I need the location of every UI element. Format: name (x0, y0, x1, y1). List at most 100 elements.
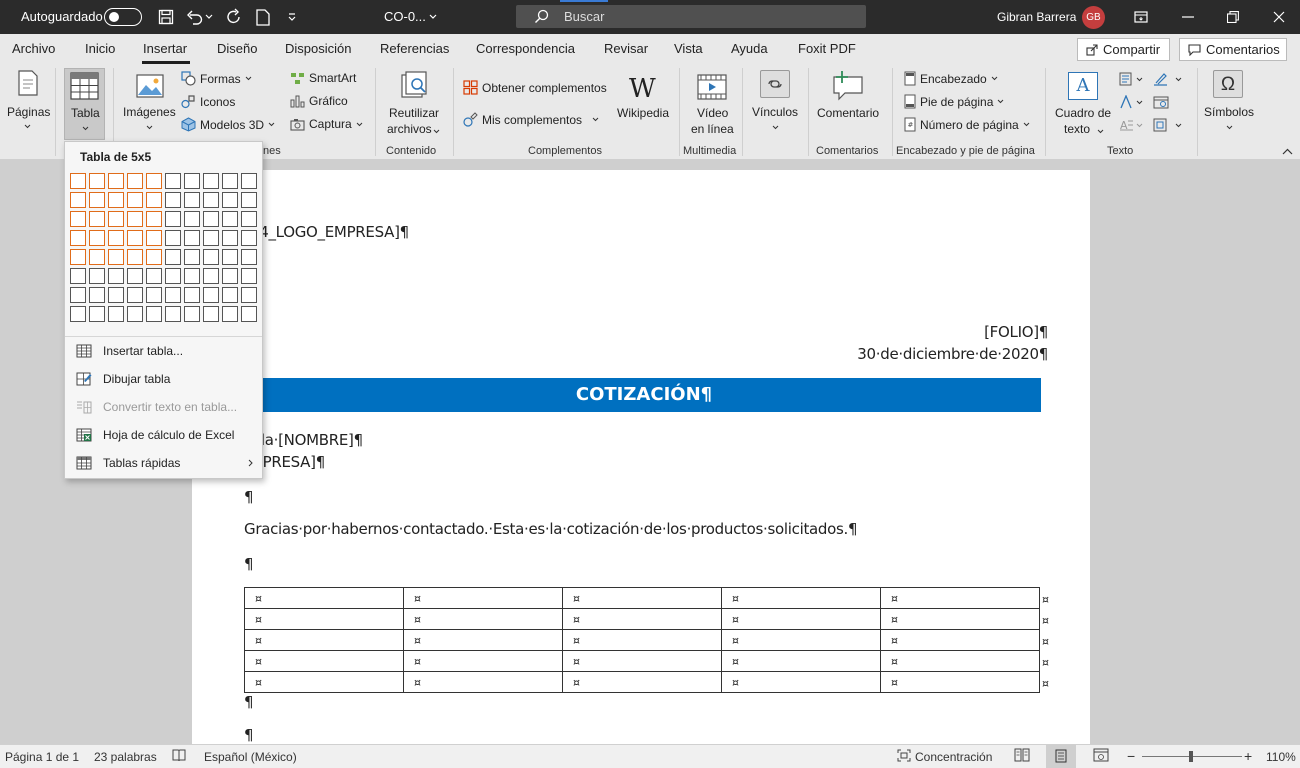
grid-cell[interactable] (222, 287, 238, 303)
grid-cell[interactable] (70, 192, 86, 208)
focus-icon[interactable] (897, 749, 911, 762)
grid-cell[interactable] (184, 173, 200, 189)
pie-de-pagina-button[interactable]: Pie de página (904, 94, 1004, 109)
web-layout-icon[interactable] (1093, 748, 1109, 762)
grid-cell[interactable] (165, 211, 181, 227)
drop-cap-icon[interactable]: A (1119, 118, 1145, 132)
focus-mode[interactable]: Concentración (915, 750, 992, 764)
table-cell[interactable]: ¤ (562, 671, 722, 693)
grid-cell[interactable] (241, 306, 257, 322)
tab-foxit-pdf[interactable]: Foxit PDF (798, 41, 856, 56)
zoom-slider-thumb[interactable] (1189, 751, 1193, 762)
modelos-3d-button[interactable]: Modelos 3D (181, 117, 275, 132)
simbolos-button[interactable]: Ω Símbolos (1201, 68, 1257, 140)
grid-cell[interactable] (146, 192, 162, 208)
table-cell[interactable]: ¤ (403, 629, 563, 651)
quick-parts-icon[interactable] (1119, 72, 1145, 86)
table-cell[interactable]: ¤ (562, 587, 722, 609)
grid-cell[interactable] (108, 173, 124, 189)
document-page[interactable]: 64_LOGO_EMPRESA]¶ [FOLIO]¶ 30·de·diciemb… (192, 170, 1090, 744)
grid-cell[interactable] (89, 192, 105, 208)
grid-cell[interactable] (127, 211, 143, 227)
grid-cell[interactable] (222, 230, 238, 246)
tab-insertar[interactable]: Insertar (143, 41, 187, 56)
grid-cell[interactable] (241, 249, 257, 265)
grid-cell[interactable] (70, 211, 86, 227)
grid-cell[interactable] (108, 287, 124, 303)
table-cell[interactable]: ¤ (403, 671, 563, 693)
zoom-level[interactable]: 110% (1266, 750, 1296, 764)
grid-cell[interactable] (241, 230, 257, 246)
imagenes-button[interactable]: Imágenes (120, 68, 178, 138)
grid-cell[interactable] (222, 268, 238, 284)
mis-complementos-button[interactable]: Mis complementos (463, 112, 599, 127)
grid-cell[interactable] (146, 173, 162, 189)
table-cell[interactable]: ¤ (403, 608, 563, 630)
grid-cell[interactable] (146, 268, 162, 284)
grid-cell[interactable] (203, 268, 219, 284)
grid-cell[interactable] (127, 249, 143, 265)
grid-cell[interactable] (70, 230, 86, 246)
grid-cell[interactable] (108, 249, 124, 265)
table-cell[interactable]: ¤ (721, 650, 881, 672)
grid-cell[interactable] (241, 173, 257, 189)
grid-cell[interactable] (184, 306, 200, 322)
grid-cell[interactable] (146, 211, 162, 227)
grid-cell[interactable] (165, 306, 181, 322)
grid-cell[interactable] (203, 173, 219, 189)
print-layout-button[interactable] (1046, 745, 1076, 768)
table-cell[interactable]: ¤ (562, 608, 722, 630)
chevron-down-icon[interactable] (429, 14, 437, 20)
document-table[interactable]: ¤ ¤ ¤ ¤ ¤ ¤ ¤ ¤ ¤ ¤ ¤ ¤ ¤ ¤ ¤ ¤ ¤ ¤ ¤ ¤ ¤ ¤ ¤ ¤ ¤ (244, 587, 1040, 693)
grid-cell[interactable] (89, 211, 105, 227)
tab-ayuda[interactable]: Ayuda (731, 41, 768, 56)
tablas-rapidas-item[interactable]: Tablas rápidas (65, 450, 262, 476)
grid-cell[interactable] (184, 211, 200, 227)
grid-cell[interactable] (165, 173, 181, 189)
grid-cell[interactable] (165, 287, 181, 303)
captura-button[interactable]: Captura (290, 117, 363, 131)
table-cell[interactable]: ¤ (403, 587, 563, 609)
word-count[interactable]: 23 palabras (94, 750, 157, 764)
iconos-button[interactable]: Iconos (181, 94, 235, 109)
obtener-complementos-button[interactable]: Obtener complementos (463, 80, 607, 95)
zoom-out-icon[interactable]: − (1127, 748, 1135, 764)
table-cell[interactable]: ¤ (880, 587, 1040, 609)
table-cell[interactable]: ¤ (880, 671, 1040, 693)
save-icon[interactable] (155, 6, 177, 28)
document-name[interactable]: CO-0... (384, 9, 426, 24)
ribbon-display-options-icon[interactable] (1130, 6, 1152, 28)
grid-cell[interactable] (146, 287, 162, 303)
wordart-icon[interactable] (1119, 95, 1145, 109)
grid-cell[interactable] (70, 268, 86, 284)
grid-cell[interactable] (203, 230, 219, 246)
insertar-tabla-item[interactable]: Insertar tabla... (65, 338, 262, 364)
grid-cell[interactable] (184, 192, 200, 208)
wikipedia-button[interactable]: W Wikipedia (613, 68, 673, 128)
date-time-icon[interactable] (1153, 95, 1169, 109)
grid-cell[interactable] (165, 192, 181, 208)
tabla-button[interactable]: Tabla (64, 68, 105, 140)
paginas-button[interactable]: Páginas (4, 68, 50, 138)
share-button[interactable]: Compartir (1077, 38, 1170, 61)
page-count[interactable]: Página 1 de 1 (5, 750, 79, 764)
table-cell[interactable]: ¤ (721, 587, 881, 609)
grid-cell[interactable] (165, 268, 181, 284)
grid-cell[interactable] (89, 249, 105, 265)
signature-line-icon[interactable] (1153, 72, 1185, 86)
grid-cell[interactable] (127, 306, 143, 322)
undo-icon[interactable] (184, 6, 206, 28)
grid-cell[interactable] (203, 287, 219, 303)
table-cell[interactable]: ¤ (244, 671, 404, 693)
object-icon[interactable] (1153, 118, 1185, 132)
table-cell[interactable]: ¤ (562, 629, 722, 651)
grid-cell[interactable] (70, 287, 86, 303)
read-mode-icon[interactable] (1014, 748, 1030, 762)
grafico-button[interactable]: Gráfico (290, 94, 348, 108)
grid-cell[interactable] (146, 306, 162, 322)
numero-de-pagina-button[interactable]: # Número de página (904, 117, 1030, 132)
grid-cell[interactable] (222, 211, 238, 227)
grid-cell[interactable] (127, 230, 143, 246)
redo-icon[interactable] (223, 6, 245, 28)
tab-inicio[interactable]: Inicio (85, 41, 115, 56)
